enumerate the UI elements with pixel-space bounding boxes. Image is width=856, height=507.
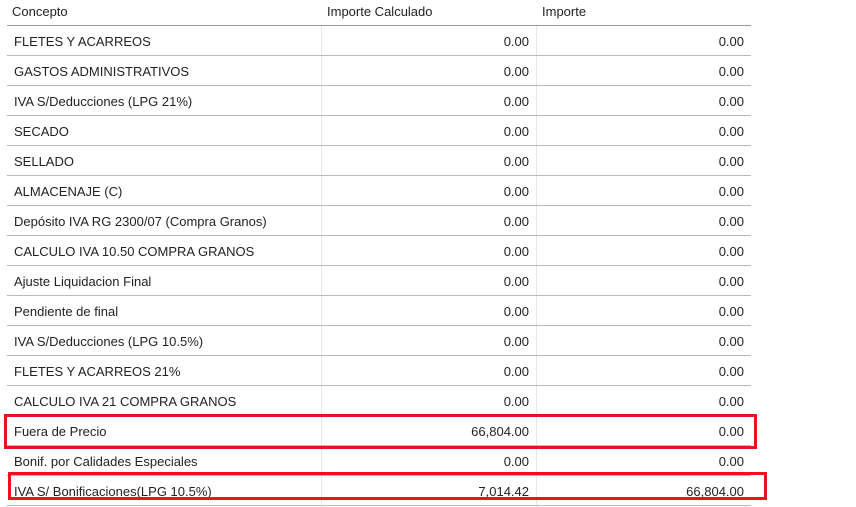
cell-concepto: ALMACENAJE (C): [14, 184, 123, 199]
cell-concepto: SECADO: [14, 124, 69, 139]
table-row[interactable]: CALCULO IVA 21 COMPRA GRANOS 0.00 0.00: [7, 386, 751, 416]
column-header-importe-calculado[interactable]: Importe Calculado: [327, 4, 433, 19]
cell-importe-calculado: 0.00: [321, 386, 536, 415]
column-header-importe[interactable]: Importe: [542, 4, 586, 19]
cell-importe-calculado: 0.00: [321, 56, 536, 85]
table-row[interactable]: CALCULO IVA 10.50 COMPRA GRANOS 0.00 0.0…: [7, 236, 751, 266]
cell-concepto: IVA S/Deducciones (LPG 10.5%): [14, 334, 204, 349]
table-row[interactable]: Ajuste Liquidacion Final 0.00 0.00: [7, 266, 751, 296]
cell-concepto: Fuera de Precio: [14, 424, 107, 439]
table-row[interactable]: IVA S/Deducciones (LPG 21%) 0.00 0.00: [7, 86, 751, 116]
cell-concepto: Pendiente de final: [14, 304, 119, 319]
cell-importe-calculado: 0.00: [321, 446, 536, 475]
cell-concepto: SELLADO: [14, 154, 74, 169]
cell-concepto: CALCULO IVA 10.50 COMPRA GRANOS: [14, 244, 255, 259]
cell-importe-calculado: 0.00: [321, 26, 536, 55]
table-row[interactable]: SELLADO 0.00 0.00: [7, 146, 751, 176]
cell-importe[interactable]: 0.00: [536, 386, 751, 415]
column-header-concepto[interactable]: Concepto: [12, 4, 68, 19]
table-row[interactable]: GASTOS ADMINISTRATIVOS 0.00 0.00: [7, 56, 751, 86]
cell-concepto: FLETES Y ACARREOS 21%: [14, 364, 181, 379]
cell-importe-calculado: 0.00: [321, 236, 536, 265]
cell-importe-calculado: 0.00: [321, 86, 536, 115]
cell-importe[interactable]: 0.00: [536, 296, 751, 325]
cell-concepto: IVA S/ Bonificaciones(LPG 10.5%): [14, 484, 212, 499]
cell-importe[interactable]: 0.00: [536, 356, 751, 385]
cell-importe-calculado: 0.00: [321, 266, 536, 295]
table-row[interactable]: Depósito IVA RG 2300/07 (Compra Granos) …: [7, 206, 751, 236]
conceptos-grid: Concepto Importe Calculado Importe FLETE…: [7, 0, 751, 506]
table-row[interactable]: IVA S/ Bonificaciones(LPG 10.5%) 7,014.4…: [7, 476, 751, 506]
cell-importe[interactable]: 0.00: [536, 86, 751, 115]
cell-importe[interactable]: 0.00: [536, 116, 751, 145]
cell-importe[interactable]: 0.00: [536, 326, 751, 355]
cell-importe[interactable]: 0.00: [536, 416, 751, 445]
table-row[interactable]: FLETES Y ACARREOS 0.00 0.00: [7, 26, 751, 56]
cell-importe-calculado: 0.00: [321, 116, 536, 145]
cell-importe-calculado: 7,014.42: [321, 476, 536, 505]
table-row[interactable]: FLETES Y ACARREOS 21% 0.00 0.00: [7, 356, 751, 386]
cell-concepto: GASTOS ADMINISTRATIVOS: [14, 64, 190, 79]
table-row[interactable]: SECADO 0.00 0.00: [7, 116, 751, 146]
cell-importe-calculado: 0.00: [321, 176, 536, 205]
cell-concepto: Ajuste Liquidacion Final: [14, 274, 152, 289]
cell-importe-calculado: 0.00: [321, 356, 536, 385]
cell-importe-calculado: 0.00: [321, 326, 536, 355]
cell-importe-calculado: 0.00: [321, 296, 536, 325]
table-row[interactable]: ALMACENAJE (C) 0.00 0.00: [7, 176, 751, 206]
cell-importe[interactable]: 66,804.00: [536, 476, 751, 505]
cell-importe[interactable]: 0.00: [536, 266, 751, 295]
cell-importe[interactable]: 0.00: [536, 56, 751, 85]
cell-concepto: Bonif. por Calidades Especiales: [14, 454, 198, 469]
table-row[interactable]: IVA S/Deducciones (LPG 10.5%) 0.00 0.00: [7, 326, 751, 356]
cell-importe[interactable]: 0.00: [536, 206, 751, 235]
cell-concepto: Depósito IVA RG 2300/07 (Compra Granos): [14, 214, 267, 229]
cell-concepto: IVA S/Deducciones (LPG 21%): [14, 94, 193, 109]
table-row[interactable]: Fuera de Precio 66,804.00 0.00: [7, 416, 751, 446]
cell-concepto: CALCULO IVA 21 COMPRA GRANOS: [14, 394, 237, 409]
cell-importe[interactable]: 0.00: [536, 26, 751, 55]
table-row[interactable]: Pendiente de final 0.00 0.00: [7, 296, 751, 326]
cell-importe[interactable]: 0.00: [536, 176, 751, 205]
cell-importe-calculado: 66,804.00: [321, 416, 536, 445]
cell-concepto: FLETES Y ACARREOS: [14, 34, 151, 49]
table-row[interactable]: Bonif. por Calidades Especiales 0.00 0.0…: [7, 446, 751, 476]
cell-importe-calculado: 0.00: [321, 146, 536, 175]
cell-importe[interactable]: 0.00: [536, 446, 751, 475]
grid-header: Concepto Importe Calculado Importe: [7, 0, 751, 26]
cell-importe[interactable]: 0.00: [536, 146, 751, 175]
cell-importe[interactable]: 0.00: [536, 236, 751, 265]
cell-importe-calculado: 0.00: [321, 206, 536, 235]
